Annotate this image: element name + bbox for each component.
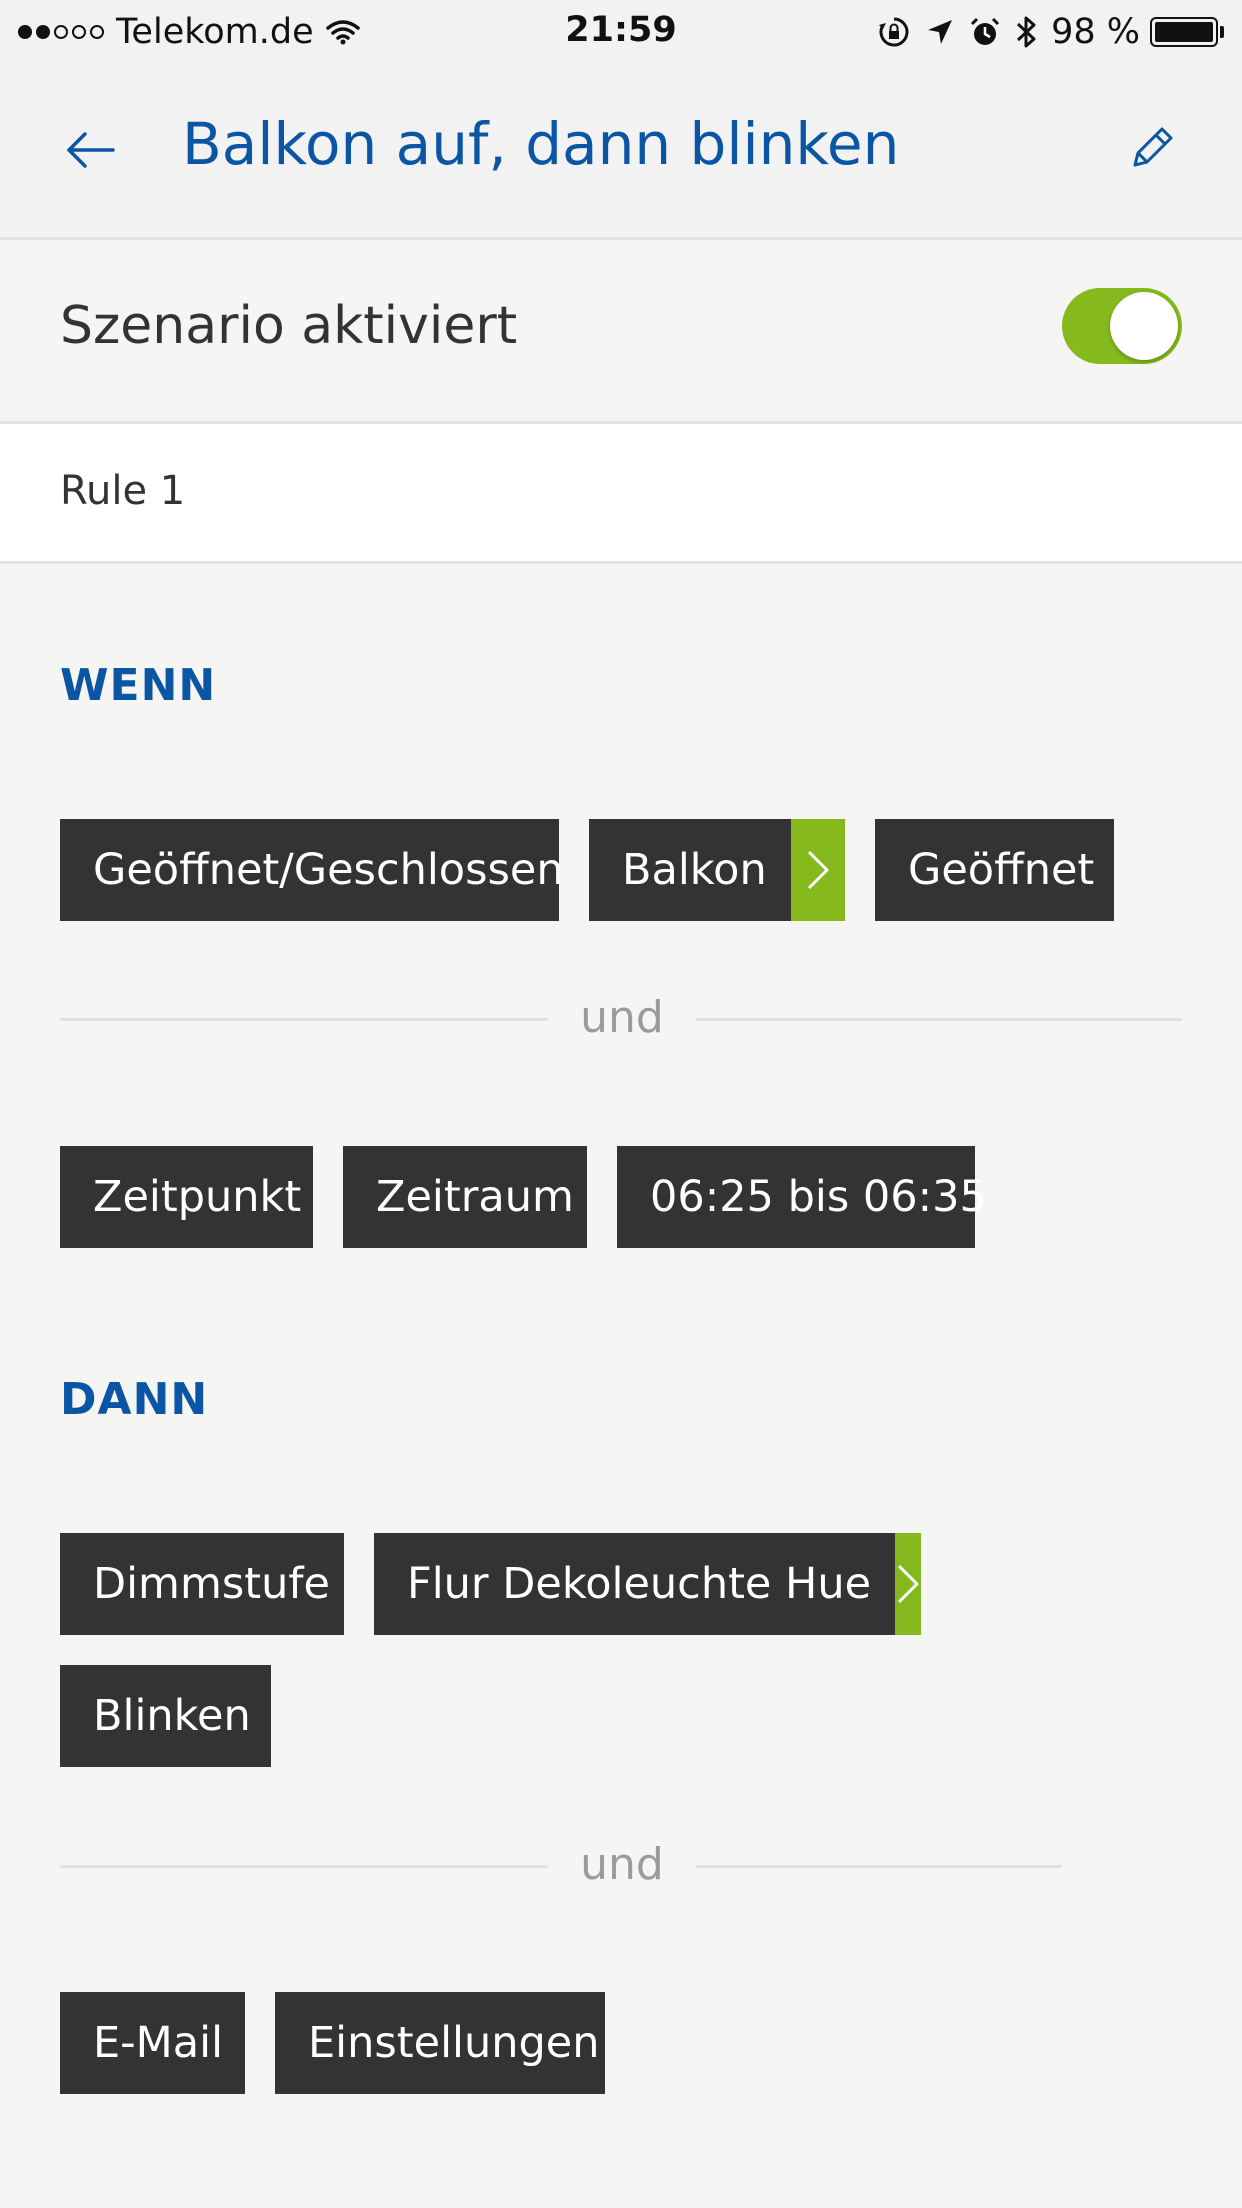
arrow-left-icon — [67, 132, 115, 168]
rule-name: Rule 1 — [60, 468, 186, 514]
status-bar: Telekom.de 21:59 98 % — [0, 0, 1242, 64]
chevron-right-icon — [807, 850, 829, 890]
chip-label: Einstellungen — [308, 2018, 600, 2068]
toggle-knob — [1110, 292, 1178, 360]
chip-label: E-Mail — [93, 2018, 224, 2068]
rule-name-row[interactable]: Rule 1 — [0, 424, 1242, 564]
condition-chip-type[interactable]: Zeitpunkt — [60, 1146, 313, 1248]
chip-arrow[interactable] — [790, 819, 845, 921]
chip-label: Geöffnet — [908, 845, 1095, 895]
condition-chip-type[interactable]: Geöffnet/Geschlossen — [60, 819, 564, 921]
and-divider: und — [60, 988, 1182, 1048]
and-divider-label: und — [580, 1839, 664, 1890]
pencil-icon — [1133, 127, 1173, 167]
chip-arrow[interactable] — [895, 1533, 922, 1635]
condition-chip-mode[interactable]: Zeitraum — [343, 1146, 587, 1248]
chevron-right-icon — [898, 1564, 919, 1604]
rotation-lock-icon — [879, 17, 909, 47]
battery-icon — [1150, 17, 1218, 47]
battery-percentage: 98 % — [1051, 12, 1140, 52]
and-divider-label: und — [580, 992, 664, 1043]
dann-section-title: DANN — [60, 1374, 209, 1425]
and-divider: und — [60, 1835, 1062, 1895]
chip-label: Balkon — [622, 845, 767, 895]
action-chip-value[interactable]: Blinken — [60, 1665, 271, 1767]
action-chip-device[interactable]: Flur Dekoleuchte Hue — [374, 1533, 922, 1635]
scenario-activation-toggle[interactable] — [1062, 288, 1182, 364]
condition-chip-state[interactable]: Geöffnet — [875, 819, 1114, 921]
alarm-clock-icon — [971, 17, 1000, 45]
bluetooth-icon — [1017, 16, 1036, 48]
action-chip-settings[interactable]: Einstellungen — [275, 1992, 605, 2094]
chip-label: Zeitpunkt — [93, 1172, 302, 1222]
action-chip-type[interactable]: E-Mail — [60, 1992, 245, 2094]
header: Balkon auf, dann blinken — [0, 64, 1242, 240]
edit-button[interactable] — [1120, 116, 1184, 180]
scenario-activation-label: Szenario aktiviert — [60, 296, 518, 356]
condition-chip-device[interactable]: Balkon — [589, 819, 845, 921]
chip-label: 06:25 bis 06:35 — [650, 1172, 987, 1222]
chip-label: Blinken — [93, 1691, 251, 1741]
scenario-activation-row: Szenario aktiviert — [0, 240, 1242, 424]
chip-label: Zeitraum — [376, 1172, 574, 1222]
chip-label: Flur Dekoleuchte Hue — [407, 1559, 872, 1609]
back-button[interactable] — [58, 118, 122, 182]
condition-chip-time-range[interactable]: 06:25 bis 06:35 — [617, 1146, 987, 1248]
chip-label: Dimmstufe — [93, 1559, 330, 1609]
action-chip-type[interactable]: Dimmstufe — [60, 1533, 344, 1635]
location-arrow-icon — [928, 20, 953, 44]
status-bar-right: 98 % — [863, 10, 1224, 54]
wenn-section-title: WENN — [60, 660, 217, 711]
page-title: Balkon auf, dann blinken — [182, 110, 900, 178]
chip-label: Geöffnet/Geschlossen — [93, 845, 564, 895]
